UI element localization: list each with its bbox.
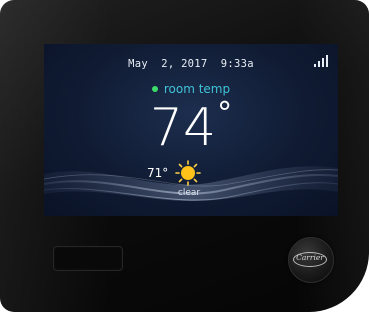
sensor-window bbox=[53, 246, 123, 271]
thermostat-device: May 2, 2017 9:33a room temp 74° 71° clea… bbox=[0, 0, 369, 312]
room-temperature[interactable]: 74° bbox=[44, 96, 338, 158]
room-temp-label-row: room temp bbox=[44, 82, 338, 96]
outdoor-temp: 71° bbox=[147, 166, 169, 180]
weather-condition: clear bbox=[177, 188, 201, 198]
thermostat-screen[interactable]: May 2, 2017 9:33a room temp 74° 71° clea… bbox=[44, 44, 338, 216]
brand-logo-text: Carrier bbox=[296, 253, 324, 262]
carrier-logo-button[interactable]: Carrier bbox=[288, 237, 334, 283]
signal-strength-icon bbox=[314, 55, 330, 67]
room-temp-label: room temp bbox=[163, 82, 231, 96]
room-temp-value: 74 bbox=[149, 98, 217, 158]
status-dot-icon bbox=[151, 86, 158, 92]
sun-icon[interactable] bbox=[175, 160, 201, 186]
date-time-display: May 2, 2017 9:33a bbox=[128, 58, 254, 70]
degree-symbol: ° bbox=[217, 96, 233, 131]
